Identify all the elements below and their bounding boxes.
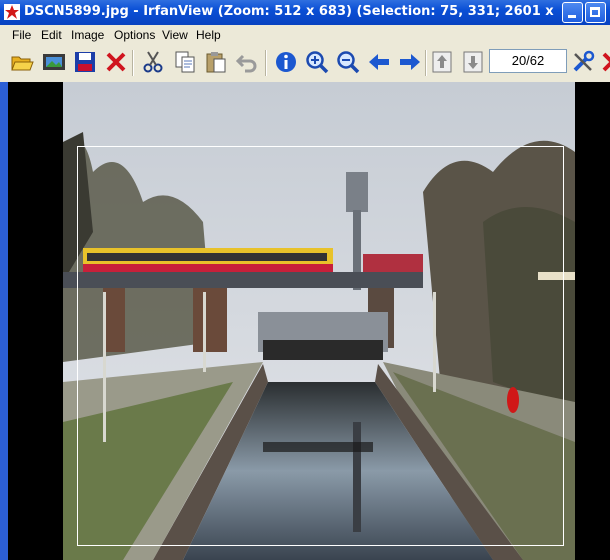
menu-help[interactable]: Help <box>196 28 221 42</box>
zoom-out-icon <box>337 51 360 74</box>
first-button[interactable] <box>430 50 454 74</box>
menu-file[interactable]: File <box>12 28 31 42</box>
toolbar-separator <box>265 50 267 76</box>
paste-button[interactable] <box>204 50 228 74</box>
paste-icon <box>206 52 226 73</box>
floppy-disk-icon <box>75 52 95 72</box>
delete-button[interactable] <box>104 50 128 74</box>
menu-bar: File Edit Image Options View Help <box>0 25 610 44</box>
exit-icon <box>602 52 610 72</box>
cut-button[interactable] <box>141 50 165 74</box>
zoom-in-icon <box>306 51 329 74</box>
toolbar-separator <box>425 50 427 76</box>
page-counter: 20/62 <box>489 49 567 73</box>
arrow-right-icon <box>400 54 420 70</box>
menu-view[interactable]: View <box>162 28 188 42</box>
undo-icon <box>235 54 257 73</box>
save-button[interactable] <box>73 50 97 74</box>
tools-icon <box>573 50 595 72</box>
info-button[interactable] <box>274 50 298 74</box>
copy-button[interactable] <box>173 50 197 74</box>
window-title: DSCN5899.jpg - IrfanView (Zoom: 512 x 68… <box>24 4 554 19</box>
window-left-edge <box>0 82 8 560</box>
menu-image[interactable]: Image <box>71 28 104 42</box>
scissors-icon <box>143 51 163 73</box>
menu-edit[interactable]: Edit <box>41 28 62 42</box>
page-up-icon <box>432 51 452 73</box>
slideshow-button[interactable] <box>42 50 66 74</box>
title-bar: DSCN5899.jpg - IrfanView (Zoom: 512 x 68… <box>0 0 610 25</box>
red-x-icon <box>106 52 126 72</box>
exit-button[interactable] <box>600 50 610 74</box>
toolbar-separator <box>132 50 134 76</box>
minimize-icon <box>568 15 576 18</box>
minimize-button[interactable] <box>562 2 583 23</box>
settings-button[interactable] <box>571 50 595 74</box>
arrow-left-icon <box>369 54 389 70</box>
menu-options[interactable]: Options <box>114 28 155 42</box>
selection-rectangle[interactable] <box>77 146 564 546</box>
info-icon <box>276 52 296 72</box>
folder-open-icon <box>11 56 34 71</box>
undo-button[interactable] <box>235 50 259 74</box>
filmstrip-icon <box>43 54 65 70</box>
last-button[interactable] <box>461 50 485 74</box>
irfanview-logo-icon <box>4 4 20 20</box>
open-button[interactable] <box>10 50 34 74</box>
previous-button[interactable] <box>367 50 391 74</box>
maximize-icon <box>590 7 600 17</box>
next-button[interactable] <box>398 50 422 74</box>
copy-icon <box>175 51 195 73</box>
zoom-out-button[interactable] <box>336 50 360 74</box>
zoom-in-button[interactable] <box>305 50 329 74</box>
page-down-icon <box>463 51 483 73</box>
maximize-button[interactable] <box>585 2 606 23</box>
